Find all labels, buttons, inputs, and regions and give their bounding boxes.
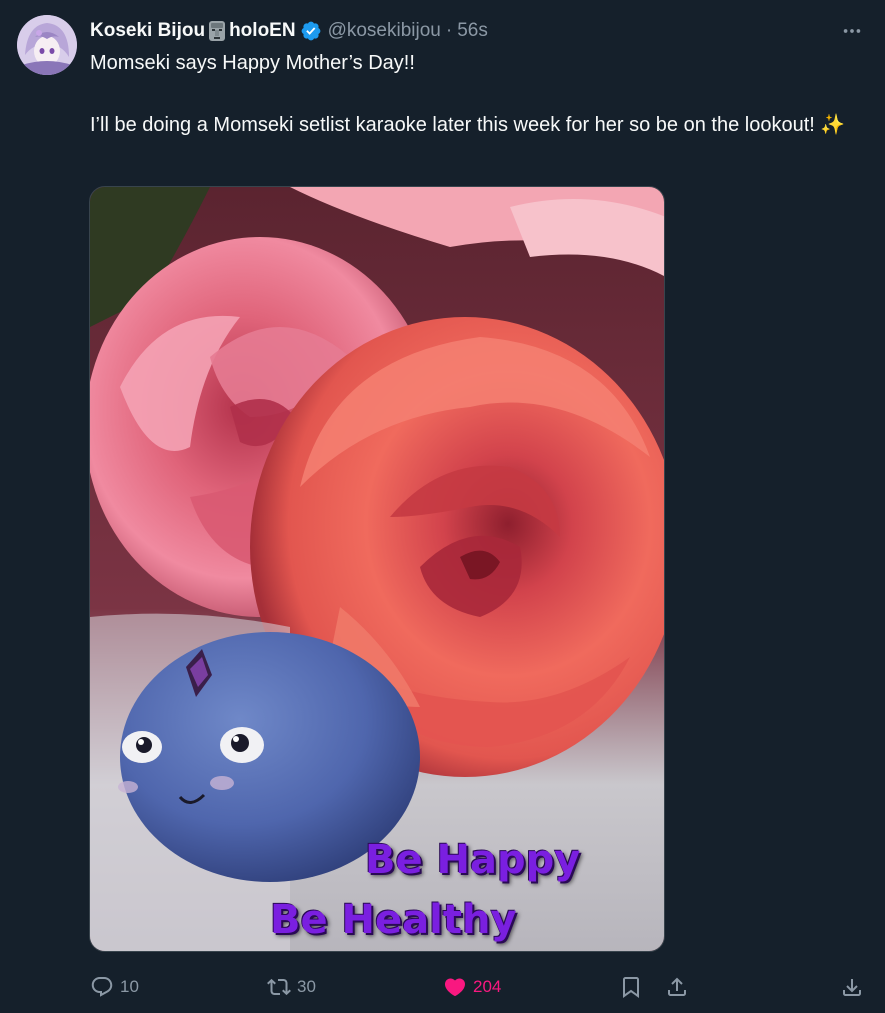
- image-caption-line2: Be Healthy: [270, 897, 517, 943]
- avatar[interactable]: [17, 15, 77, 75]
- bookmark-icon: [623, 977, 639, 998]
- tweet-text-line: I’ll be doing a Momseki setlist karaoke …: [90, 114, 846, 136]
- reply-button[interactable]: 10: [90, 967, 139, 1007]
- tweet-header: Koseki Bijou holoEN @kosekibijou · 56s: [90, 16, 825, 46]
- download-icon: [843, 979, 861, 996]
- verified-badge-icon: [300, 20, 322, 42]
- bookmark-button[interactable]: [619, 967, 643, 1007]
- more-icon[interactable]: [839, 18, 865, 44]
- like-count: 204: [473, 977, 502, 996]
- reply-icon: [91, 977, 113, 997]
- tweet-text-line: Momseki says Happy Mother’s Day!!: [90, 52, 415, 74]
- tweet-image[interactable]: Be Happy Be Healthy: [89, 186, 665, 952]
- display-name[interactable]: Koseki Bijou: [90, 20, 205, 42]
- repost-button[interactable]: 30: [267, 967, 316, 1007]
- repost-count: 30: [297, 977, 316, 996]
- tweet-text: Momseki says Happy Mother’s Day!! I’ll b…: [90, 48, 860, 141]
- like-button[interactable]: 204: [443, 967, 501, 1007]
- share-icon: [668, 977, 686, 996]
- repost-icon: [267, 978, 291, 996]
- download-button[interactable]: [840, 967, 864, 1007]
- timestamp[interactable]: 56s: [457, 20, 488, 42]
- image-caption-line1: Be Happy: [365, 837, 581, 883]
- action-bar: 10 30 204: [0, 967, 885, 1007]
- separator: ·: [445, 20, 453, 41]
- moai-icon: [208, 20, 226, 42]
- share-button[interactable]: [665, 967, 689, 1007]
- heart-icon: [444, 978, 466, 997]
- reply-count: 10: [120, 977, 139, 996]
- handle[interactable]: @kosekibijou: [328, 20, 441, 42]
- display-name-suffix[interactable]: holoEN: [229, 20, 296, 42]
